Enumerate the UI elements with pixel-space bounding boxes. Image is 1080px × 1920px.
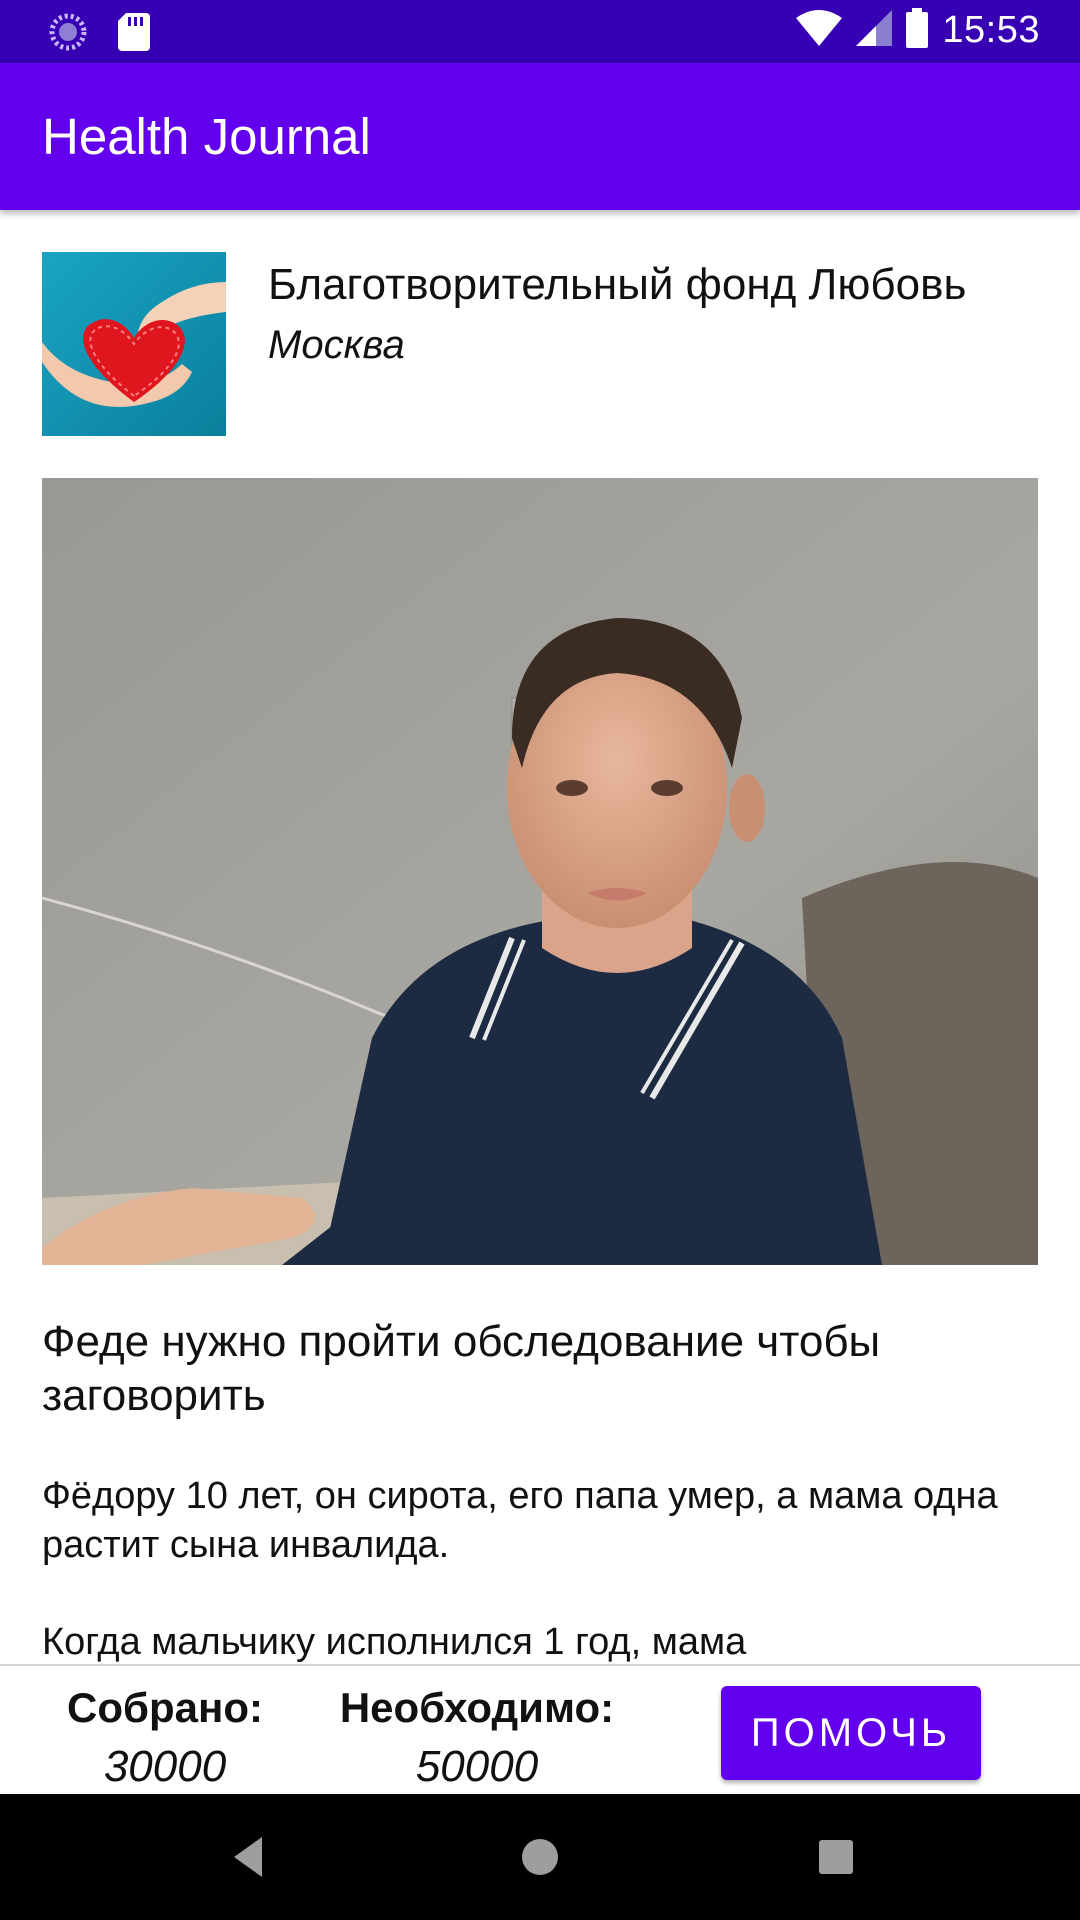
sync-icon [48, 12, 88, 57]
fundraiser-detail[interactable]: Благотворительный фонд Любовь Москва Фед… [0, 210, 1080, 1664]
story-paragraph: Фёдору 10 лет, он сирота, его папа умер,… [42, 1475, 998, 1566]
recents-icon[interactable] [808, 1829, 864, 1890]
fund-city: Москва [268, 323, 405, 367]
app-bar: Health Journal [0, 63, 1080, 210]
fund-name: Благотворительный фонд Любовь [268, 260, 967, 309]
back-icon[interactable] [220, 1829, 276, 1890]
home-icon[interactable] [512, 1829, 568, 1890]
needed-stat: Необходимо: 50000 [322, 1684, 632, 1792]
signal-icon [856, 10, 893, 51]
fundraiser-title: Феде нужно пройти обследование чтобы заг… [42, 1317, 881, 1420]
clock: 15:53 [942, 9, 1040, 51]
collected-stat: Собрано: 30000 [50, 1684, 280, 1792]
navigation-bar [0, 1794, 1080, 1920]
sd-card-icon [118, 13, 150, 56]
collected-label: Собрано: [67, 1684, 263, 1731]
story-paragraph: Когда мальчику исполнился 1 год, мама [42, 1621, 747, 1663]
child-photo [41, 478, 1038, 1265]
app-title: Health Journal [42, 108, 371, 165]
collected-value: 30000 [103, 1742, 227, 1791]
donation-bar: Собрано: 30000 Необходимо: 50000 ПОМОЧЬ [0, 1664, 1080, 1796]
needed-value: 50000 [415, 1742, 539, 1791]
wifi-icon [796, 10, 843, 51]
needed-label: Необходимо: [339, 1684, 615, 1731]
fund-logo-image [42, 252, 226, 436]
battery-icon [906, 8, 929, 53]
help-button[interactable]: ПОМОЧЬ [721, 1686, 981, 1780]
status-bar: 15:53 [0, 0, 1080, 63]
